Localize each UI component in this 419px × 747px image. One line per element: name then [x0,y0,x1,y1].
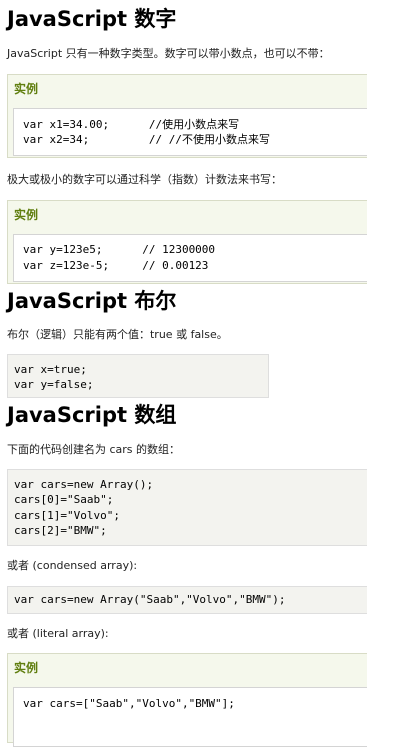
literal-array-text: 或者 (literal array): [7,627,109,640]
code-box-arrays: var cars=new Array(); cars[0]="Saab"; ca… [7,469,367,546]
code-line: cars[1]="Volvo"; [14,509,120,522]
code-line: var cars=["Saab","Volvo","BMW"]; [23,697,235,710]
code-line: var z=123e-5; // 0.00123 [23,259,209,272]
code-line: cars[2]="BMW"; [14,524,107,537]
example-box-numbers: 实例 var x1=34.00; //使用小数点来写 var x2=34; //… [7,74,367,158]
example-box-scientific: 实例 var y=123e5; // 12300000 var z=123e-5… [7,200,367,284]
example-code-block: var y=123e5; // 12300000 var z=123e-5; /… [13,234,367,282]
example-code-block: var x1=34.00; //使用小数点来写 var x2=34; // //… [13,108,367,156]
section-title-booleans: JavaScript 布尔 [7,289,177,313]
code-box-condensed: var cars=new Array("Saab","Volvo","BMW")… [7,586,367,614]
code-line: var y=123e5; // 12300000 [23,243,216,256]
example-code-block: var cars=["Saab","Volvo","BMW"]; [13,687,367,747]
code-line: var x=true; [14,363,87,376]
code-line: var x2=34; // //不使用小数点来写 [23,133,270,146]
booleans-intro-text: 布尔（逻辑）只能有两个值：true 或 false。 [7,328,228,341]
code-line: cars[0]="Saab"; [14,493,114,506]
section-title-arrays: JavaScript 数组 [7,403,177,427]
code-line: var cars=new Array("Saab","Volvo","BMW")… [14,593,286,606]
section-title-numbers: JavaScript 数字 [7,7,177,31]
condensed-array-text: 或者 (condensed array): [7,559,138,572]
scientific-notation-text: 极大或极小的数字可以通过科学（指数）计数法来书写： [7,173,282,186]
example-label: 实例 [14,661,39,675]
arrays-intro-text: 下面的代码创建名为 cars 的数组： [7,443,181,456]
example-box-literal: 实例 var cars=["Saab","Volvo","BMW"]; [7,653,367,747]
code-line: var x1=34.00; //使用小数点来写 [23,118,240,131]
numbers-intro-text: JavaScript 只有一种数字类型。数字可以带小数点，也可以不带： [7,47,330,60]
code-line: var y=false; [14,378,94,391]
example-label: 实例 [14,82,39,96]
code-box-booleans: var x=true; var y=false; [7,354,269,398]
example-label: 实例 [14,208,39,222]
code-line: var cars=new Array(); [14,478,154,491]
